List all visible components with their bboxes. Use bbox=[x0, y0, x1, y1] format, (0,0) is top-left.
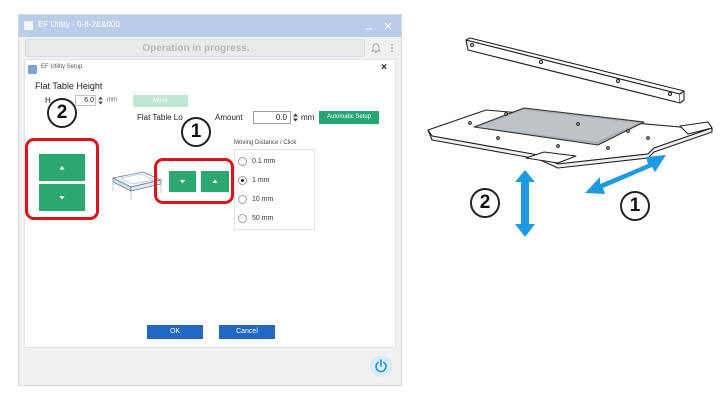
amount-stepper-icon[interactable] bbox=[292, 112, 299, 123]
radio-option-1mm[interactable]: 1 mm bbox=[238, 175, 314, 187]
dialog-close-button[interactable]: × bbox=[377, 61, 391, 75]
minimize-icon bbox=[366, 28, 372, 30]
illustration-number-2: 2 bbox=[470, 188, 500, 218]
moving-distance-group: 0.1 mm 1 mm 10 mm 50 mm bbox=[234, 149, 315, 230]
vertical-arrow bbox=[515, 170, 535, 237]
radio-option-10mm[interactable]: 10 mm bbox=[238, 194, 314, 206]
callout-number-2: 2 bbox=[47, 98, 77, 128]
ok-button[interactable]: OK bbox=[147, 325, 203, 339]
xy-axis-callout-box bbox=[154, 158, 234, 204]
radio-label: 10 mm bbox=[252, 196, 274, 203]
kebab-menu-icon[interactable] bbox=[389, 42, 395, 54]
close-icon bbox=[384, 22, 392, 30]
amount-unit: mm bbox=[301, 113, 315, 122]
status-text: Operation in progress. bbox=[142, 43, 250, 54]
window-close-button[interactable] bbox=[381, 18, 395, 34]
z-axis-callout-box bbox=[25, 138, 99, 220]
title-bar: EF Utility - 0-8-2&&000 bbox=[19, 15, 401, 37]
move-button[interactable]: Move bbox=[133, 95, 188, 107]
app-logo-icon bbox=[24, 21, 33, 30]
flat-table-lower-label: Flat Table Lo bbox=[137, 113, 183, 122]
radio-button-selected[interactable] bbox=[238, 176, 247, 185]
automatic-setup-button[interactable]: Automatic Setup bbox=[319, 111, 379, 124]
status-bar: Operation in progress. bbox=[25, 39, 365, 57]
radio-button[interactable] bbox=[238, 195, 247, 204]
rail-bracket bbox=[465, 37, 685, 104]
section-title: Flat Table Height bbox=[35, 81, 103, 91]
power-icon bbox=[375, 359, 387, 373]
height-input[interactable]: 6.0 bbox=[75, 95, 96, 106]
radio-label: 50 mm bbox=[252, 215, 274, 222]
height-stepper-icon[interactable] bbox=[97, 95, 104, 106]
bell-icon[interactable] bbox=[371, 42, 381, 54]
illustration-number-1: 1 bbox=[620, 191, 650, 221]
radio-option-50mm[interactable]: 50 mm bbox=[238, 213, 314, 225]
moving-distance-title: Moving Distance / Click bbox=[234, 140, 299, 146]
flat-table-3d-illustration bbox=[427, 37, 713, 237]
table-plate bbox=[427, 107, 713, 169]
dialog-title: EF Utility Setup bbox=[41, 64, 83, 70]
radio-button[interactable] bbox=[238, 214, 247, 223]
radio-label: 1 mm bbox=[252, 177, 270, 184]
app-title: EF Utility - 0-8-2&&000 bbox=[38, 20, 120, 29]
amount-label: Amount bbox=[215, 113, 243, 122]
cancel-button[interactable]: Cancel bbox=[219, 325, 275, 339]
power-button[interactable] bbox=[370, 355, 392, 377]
radio-option-0-1mm[interactable]: 0.1 mm bbox=[238, 156, 314, 168]
dialog-logo-icon bbox=[28, 65, 37, 74]
radio-button[interactable] bbox=[238, 157, 247, 166]
callout-number-1: 1 bbox=[181, 117, 211, 147]
radio-label: 0.1 mm bbox=[252, 158, 276, 165]
height-unit: mm bbox=[107, 97, 117, 103]
minimize-button[interactable] bbox=[362, 18, 376, 34]
amount-input[interactable]: 0.0 bbox=[253, 111, 291, 124]
